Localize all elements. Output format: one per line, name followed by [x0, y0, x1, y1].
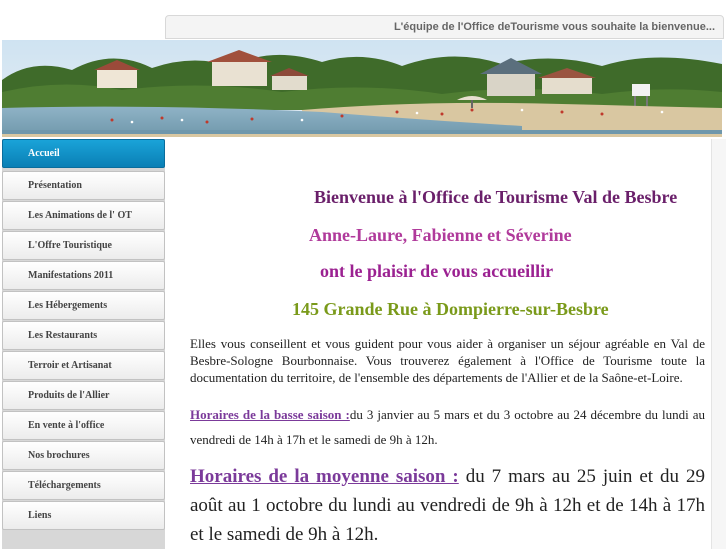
- sidebar-item-manifestations[interactable]: Manifestations 2011: [2, 261, 165, 290]
- top-bar: L'équipe de l'Office deTourisme vous sou…: [165, 15, 724, 39]
- page-scrollbar[interactable]: [711, 139, 726, 549]
- banner-photo: [2, 40, 722, 137]
- lake-beach-photo-icon: [2, 40, 722, 137]
- sidebar-item-en-vente[interactable]: En vente à l'office: [2, 411, 165, 440]
- sidebar-item-label: Manifestations 2011: [28, 270, 114, 281]
- sidebar-item-presentation[interactable]: Présentation: [2, 171, 165, 200]
- sidebar-item-label: Les Hébergements: [28, 300, 108, 311]
- sidebar-item-label: Les Animations de l' OT: [28, 210, 132, 221]
- page-title: Bienvenue à l'Office de Tourisme Val de …: [314, 187, 678, 207]
- low-season-hours: Horaires de la basse saison :du 3 janvie…: [190, 402, 705, 452]
- sidebar-item-animations[interactable]: Les Animations de l' OT: [2, 201, 165, 230]
- low-season-link[interactable]: Horaires de la basse saison :: [190, 407, 350, 422]
- welcome-line: ont le plaisir de vous accueillir: [320, 261, 554, 281]
- sidebar-item-accueil[interactable]: Accueil: [2, 139, 165, 168]
- sidebar-item-telechargements[interactable]: Téléchargements: [2, 471, 165, 500]
- staff-names: Anne-Laure, Fabienne et Séverine: [309, 225, 572, 245]
- sidebar-item-restaurants[interactable]: Les Restaurants: [2, 321, 165, 350]
- sidebar-nav: Accueil Présentation Les Animations de l…: [2, 139, 165, 549]
- sidebar-item-hebergements[interactable]: Les Hébergements: [2, 291, 165, 320]
- sidebar-item-label: Produits de l'Allier: [28, 390, 110, 401]
- sidebar-item-label: L'Offre Touristique: [28, 240, 112, 251]
- sidebar-item-label: Nos brochures: [28, 450, 90, 461]
- sidebar-item-label: En vente à l'office: [28, 420, 105, 431]
- welcome-tagline: L'équipe de l'Office deTourisme vous sou…: [393, 21, 715, 33]
- sidebar-item-liens[interactable]: Liens: [2, 501, 165, 530]
- sidebar-item-terroir[interactable]: Terroir et Artisanat: [2, 351, 165, 380]
- sidebar-item-label: Présentation: [28, 180, 82, 191]
- sidebar-item-label: Terroir et Artisanat: [28, 360, 112, 371]
- main-content: Bienvenue à l'Office de Tourisme Val de …: [166, 139, 711, 549]
- sidebar-item-label: Liens: [28, 510, 52, 521]
- sidebar-item-label: Les Restaurants: [28, 330, 98, 341]
- sidebar-item-produits-allier[interactable]: Produits de l'Allier: [2, 381, 165, 410]
- intro-paragraph: Elles vous conseillent et vous guident p…: [190, 336, 705, 385]
- mid-season-link[interactable]: Horaires de la moyenne saison :: [190, 466, 459, 487]
- mid-season-hours: Horaires de la moyenne saison : du 7 mar…: [190, 462, 705, 549]
- sidebar-item-offre-touristique[interactable]: L'Offre Touristique: [2, 231, 165, 260]
- address-line: 145 Grande Rue à Dompierre-sur-Besbre: [292, 299, 609, 319]
- sidebar-item-label: Téléchargements: [28, 480, 101, 491]
- sidebar-item-brochures[interactable]: Nos brochures: [2, 441, 165, 470]
- sidebar-item-label: Accueil: [28, 148, 60, 159]
